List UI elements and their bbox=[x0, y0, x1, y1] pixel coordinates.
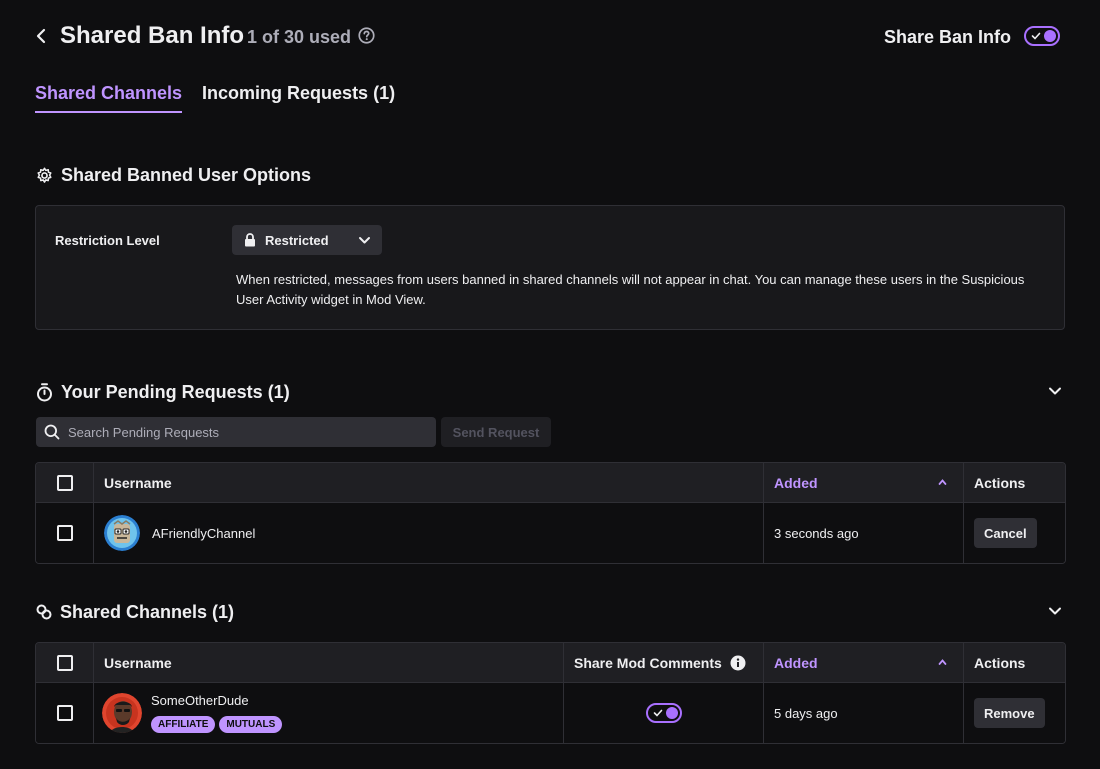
timer-icon bbox=[37, 382, 52, 401]
added-column-header[interactable]: Added bbox=[764, 643, 964, 682]
restriction-level-value: Restricted bbox=[265, 232, 329, 248]
sort-up-icon bbox=[938, 659, 947, 665]
send-request-button[interactable]: Send Request bbox=[441, 417, 551, 447]
help-icon[interactable] bbox=[358, 27, 375, 44]
check-icon bbox=[653, 709, 662, 717]
info-icon[interactable] bbox=[730, 655, 746, 671]
username-column-header[interactable]: Username bbox=[94, 463, 764, 502]
back-icon[interactable] bbox=[30, 24, 52, 48]
table-header-row: Username Share Mod Comments Added Action… bbox=[36, 643, 1065, 683]
tab-bar: Shared Channels Incoming Requests (1) bbox=[35, 82, 395, 114]
avatar[interactable] bbox=[102, 693, 142, 733]
options-section-title: Shared Banned User Options bbox=[36, 164, 311, 186]
table-row: AFriendlyChannel 3 seconds ago Cancel bbox=[36, 503, 1065, 563]
restriction-level-select[interactable]: Restricted bbox=[232, 225, 382, 255]
search-icon bbox=[44, 424, 60, 440]
avatar[interactable] bbox=[104, 515, 140, 551]
added-cell: 5 days ago bbox=[764, 683, 964, 743]
tab-incoming-requests[interactable]: Incoming Requests (1) bbox=[202, 82, 395, 113]
username-column-header[interactable]: Username bbox=[94, 643, 564, 682]
remove-button[interactable]: Remove bbox=[974, 698, 1045, 728]
row-select-cell bbox=[36, 503, 94, 563]
table-row: SomeOtherDude AFFILIATE MUTUALS 5 days a… bbox=[36, 683, 1065, 743]
toggle-knob bbox=[1044, 30, 1056, 42]
shared-section-title: Shared Channels (1) bbox=[36, 601, 234, 623]
select-all-cell bbox=[36, 643, 94, 682]
page-title: Shared Ban Info bbox=[60, 22, 245, 49]
options-card: Restriction Level Restricted When restri… bbox=[35, 205, 1065, 330]
actions-column-header: Actions bbox=[974, 654, 1026, 671]
row-checkbox[interactable] bbox=[56, 705, 73, 721]
check-icon bbox=[1031, 32, 1041, 40]
added-column-header[interactable]: Added bbox=[764, 463, 964, 502]
mutuals-badge: MUTUALS bbox=[219, 716, 283, 733]
usage-count: 1 of 30 used bbox=[247, 27, 352, 47]
restriction-description: When restricted, messages from users ban… bbox=[236, 272, 1025, 307]
search-pending-requests[interactable] bbox=[36, 417, 436, 447]
badge-list: AFFILIATE MUTUALS bbox=[151, 716, 283, 733]
select-all-checkbox[interactable] bbox=[56, 654, 73, 671]
cancel-button[interactable]: Cancel bbox=[974, 518, 1037, 548]
actions-cell: Remove bbox=[964, 683, 1065, 743]
username-text[interactable]: AFriendlyChannel bbox=[152, 526, 255, 541]
shared-collapse-chevron-icon[interactable] bbox=[1046, 602, 1064, 620]
lock-icon bbox=[245, 233, 255, 247]
tab-shared-channels[interactable]: Shared Channels bbox=[35, 82, 183, 113]
added-column-label: Added bbox=[774, 474, 818, 491]
sort-up-icon bbox=[938, 479, 947, 485]
shared-title: Shared Channels (1) bbox=[60, 602, 235, 622]
username-text[interactable]: SomeOtherDude bbox=[151, 693, 282, 708]
actions-cell: Cancel bbox=[964, 503, 1065, 563]
toggle-knob bbox=[665, 707, 678, 719]
added-cell: 3 seconds ago bbox=[764, 503, 964, 563]
share-ban-info-label: Share Ban Info bbox=[883, 27, 1011, 47]
pending-section-title: Your Pending Requests (1) bbox=[36, 381, 290, 403]
actions-column-header: Actions bbox=[974, 474, 1026, 491]
username-cell: AFriendlyChannel bbox=[94, 503, 764, 563]
pending-title: Your Pending Requests (1) bbox=[61, 382, 290, 402]
share-mod-comments-column-header: Share Mod Comments bbox=[564, 643, 764, 682]
share-mod-comments-cell bbox=[564, 683, 764, 743]
pending-collapse-chevron-icon[interactable] bbox=[1046, 382, 1064, 400]
added-column-label: Added bbox=[774, 654, 818, 671]
row-checkbox[interactable] bbox=[56, 525, 73, 541]
select-all-checkbox[interactable] bbox=[56, 474, 73, 491]
page-header: Shared Ban Info 1 of 30 used Share Ban I… bbox=[0, 0, 1100, 72]
share-mod-comments-toggle[interactable] bbox=[645, 703, 682, 723]
search-input[interactable] bbox=[68, 424, 436, 440]
table-header-row: Username Added Actions bbox=[36, 463, 1065, 503]
pending-requests-table: Username Added Actions AFriendlyChannel … bbox=[35, 462, 1066, 564]
link-icon bbox=[36, 604, 52, 620]
share-mod-comments-label: Share Mod Comments bbox=[574, 654, 722, 671]
share-ban-info-toggle[interactable] bbox=[1024, 26, 1060, 46]
affiliate-badge: AFFILIATE bbox=[151, 716, 216, 733]
username-cell: SomeOtherDude AFFILIATE MUTUALS bbox=[94, 683, 564, 743]
username-block: SomeOtherDude AFFILIATE MUTUALS bbox=[151, 693, 283, 733]
row-select-cell bbox=[36, 683, 94, 743]
chevron-down-icon bbox=[359, 237, 370, 244]
select-all-cell bbox=[36, 463, 94, 502]
shared-channels-table: Username Share Mod Comments Added Action… bbox=[35, 642, 1066, 744]
options-title: Shared Banned User Options bbox=[61, 165, 312, 185]
gear-icon bbox=[37, 167, 52, 183]
restriction-level-label: Restriction Level bbox=[55, 233, 160, 248]
